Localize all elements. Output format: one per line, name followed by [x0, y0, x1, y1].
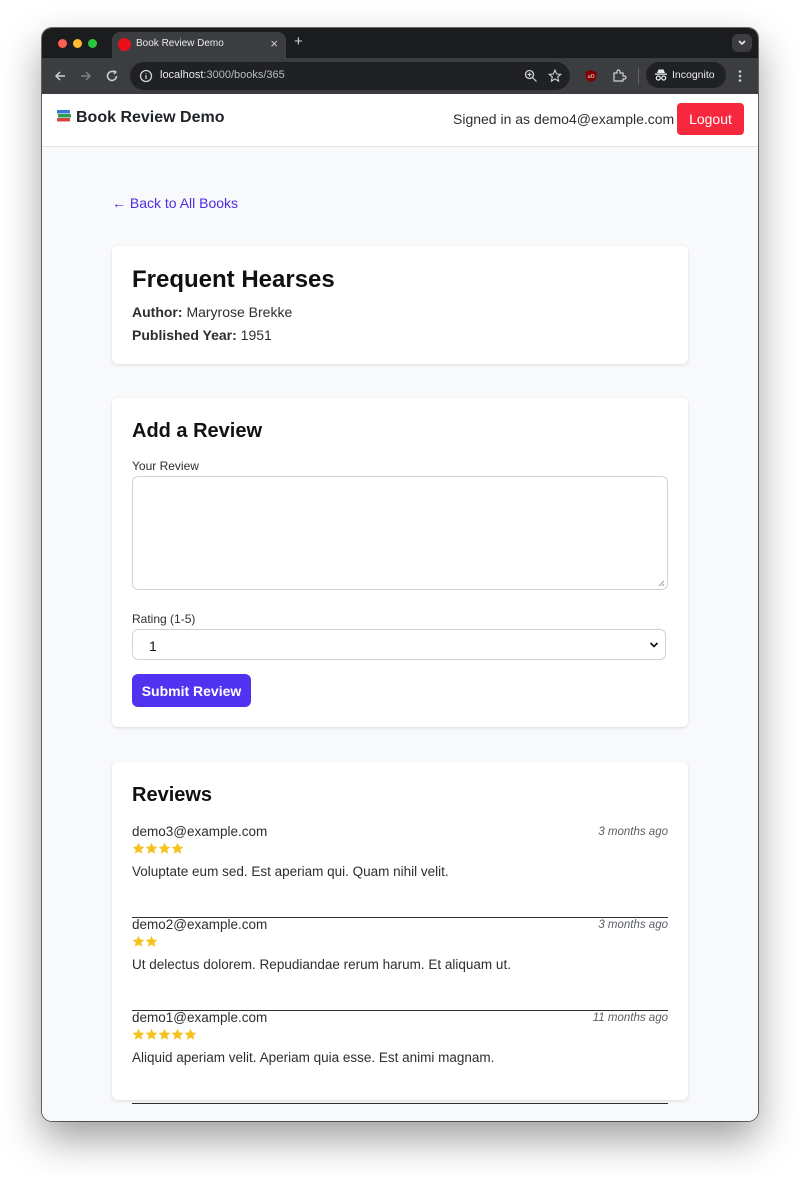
more-menu-icon[interactable] — [734, 68, 746, 84]
star-icon — [132, 1028, 145, 1040]
review-stars — [132, 1028, 197, 1042]
reload-icon[interactable] — [104, 68, 120, 84]
extensions-puzzle-icon[interactable] — [611, 68, 627, 84]
back-to-books-link[interactable]: ← Back to All Books — [112, 195, 238, 211]
star-icon — [184, 1028, 197, 1040]
rating-value: 1 — [149, 638, 157, 654]
svg-text:uO: uO — [587, 74, 594, 80]
brand-name: Book Review Demo — [76, 109, 225, 126]
review-stars — [132, 842, 184, 856]
review-textarea[interactable] — [132, 476, 668, 590]
star-icon — [171, 1028, 184, 1040]
new-tab-icon[interactable]: + — [294, 34, 303, 50]
book-year: Published Year: 1951 — [132, 327, 272, 343]
book-details-card: Frequent Hearses Author: Maryrose Brekke… — [112, 246, 688, 364]
incognito-label: Incognito — [672, 69, 715, 81]
book-title: Frequent Hearses — [132, 266, 335, 293]
zoom-icon[interactable] — [524, 69, 538, 83]
review-time: 3 months ago — [598, 919, 668, 931]
chevron-down-icon — [649, 642, 659, 648]
books-icon — [57, 110, 71, 122]
star-icon — [145, 1028, 158, 1040]
review-user: demo1@example.com — [132, 1010, 268, 1025]
forward-arrow-icon[interactable] — [78, 68, 94, 84]
add-review-heading: Add a Review — [132, 420, 263, 442]
rating-label: Rating (1-5) — [132, 612, 196, 626]
submit-review-button[interactable]: Submit Review — [132, 674, 251, 707]
star-icon — [145, 842, 158, 854]
back-arrow-icon[interactable] — [52, 68, 68, 84]
ublock-extension-icon[interactable]: uO — [584, 69, 598, 83]
incognito-indicator[interactable]: Incognito — [646, 62, 726, 88]
maximize-window-button[interactable] — [88, 39, 97, 48]
review-time: 11 months ago — [592, 1012, 668, 1024]
url-path: :3000/books/365 — [203, 69, 285, 81]
favicon-icon — [118, 38, 131, 51]
page-content: Book Review Demo Signed in as demo4@exam… — [42, 94, 758, 1121]
tab-title: Book Review Demo — [136, 38, 224, 49]
site-info-icon[interactable] — [139, 69, 153, 83]
star-icon — [132, 842, 145, 854]
url-host: localhost — [160, 69, 204, 81]
rating-select[interactable]: 1 — [132, 629, 666, 660]
browser-window: Book Review Demo × + localhost:3000/book… — [42, 28, 758, 1121]
review-time: 3 months ago — [598, 826, 668, 838]
close-tab-icon[interactable]: × — [270, 36, 278, 52]
logout-button[interactable]: Logout — [677, 103, 744, 135]
star-icon — [158, 1028, 171, 1040]
brand-link[interactable]: Book Review Demo — [56, 109, 224, 127]
reviews-heading: Reviews — [132, 784, 213, 806]
resize-handle-icon[interactable] — [657, 579, 665, 587]
year-value: 1951 — [240, 327, 272, 343]
review-item: demo1@example.com 11 months ago Aliquid … — [132, 1010, 668, 1104]
review-user: demo2@example.com — [132, 917, 268, 932]
url-text: localhost:3000/books/365 — [160, 69, 285, 81]
review-item: demo2@example.com 3 months ago Ut delect… — [132, 917, 668, 1011]
star-icon — [158, 842, 171, 854]
site-navbar: Book Review Demo Signed in as demo4@exam… — [42, 94, 758, 147]
review-body: Aliquid aperiam velit. Aperiam quia esse… — [132, 1050, 495, 1065]
browser-tab[interactable]: Book Review Demo × — [112, 32, 286, 58]
review-user: demo3@example.com — [132, 824, 268, 839]
chevron-down-icon — [738, 40, 746, 46]
year-label: Published Year: — [132, 327, 237, 343]
star-icon — [145, 935, 158, 947]
review-stars — [132, 935, 158, 949]
author-value: Maryrose Brekke — [186, 304, 293, 320]
star-icon — [171, 842, 184, 854]
add-review-card: Add a Review Your Review Rating (1-5) 1 … — [112, 398, 688, 727]
minimize-window-button[interactable] — [73, 39, 82, 48]
book-author: Author: Maryrose Brekke — [132, 304, 292, 320]
review-body: Ut delectus dolorem. Repudiandae rerum h… — [132, 957, 511, 972]
signed-in-text: Signed in as demo4@example.com — [453, 111, 675, 127]
review-label: Your Review — [132, 459, 199, 473]
review-item: demo3@example.com 3 months ago Voluptate… — [132, 824, 668, 918]
author-label: Author: — [132, 304, 183, 320]
tab-strip: Book Review Demo × + — [42, 28, 758, 58]
browser-toolbar: localhost:3000/books/365 uO Incognito — [42, 58, 758, 94]
address-bar[interactable]: localhost:3000/books/365 — [130, 62, 570, 90]
bookmark-star-icon[interactable] — [548, 69, 562, 83]
close-window-button[interactable] — [58, 39, 67, 48]
review-body: Voluptate eum sed. Est aperiam qui. Quam… — [132, 864, 449, 879]
tab-search-button[interactable] — [732, 34, 752, 52]
star-icon — [132, 935, 145, 947]
toolbar-divider — [638, 68, 639, 84]
reviews-card: Reviews demo3@example.com 3 months ago V… — [112, 762, 688, 1104]
incognito-icon — [655, 69, 667, 81]
